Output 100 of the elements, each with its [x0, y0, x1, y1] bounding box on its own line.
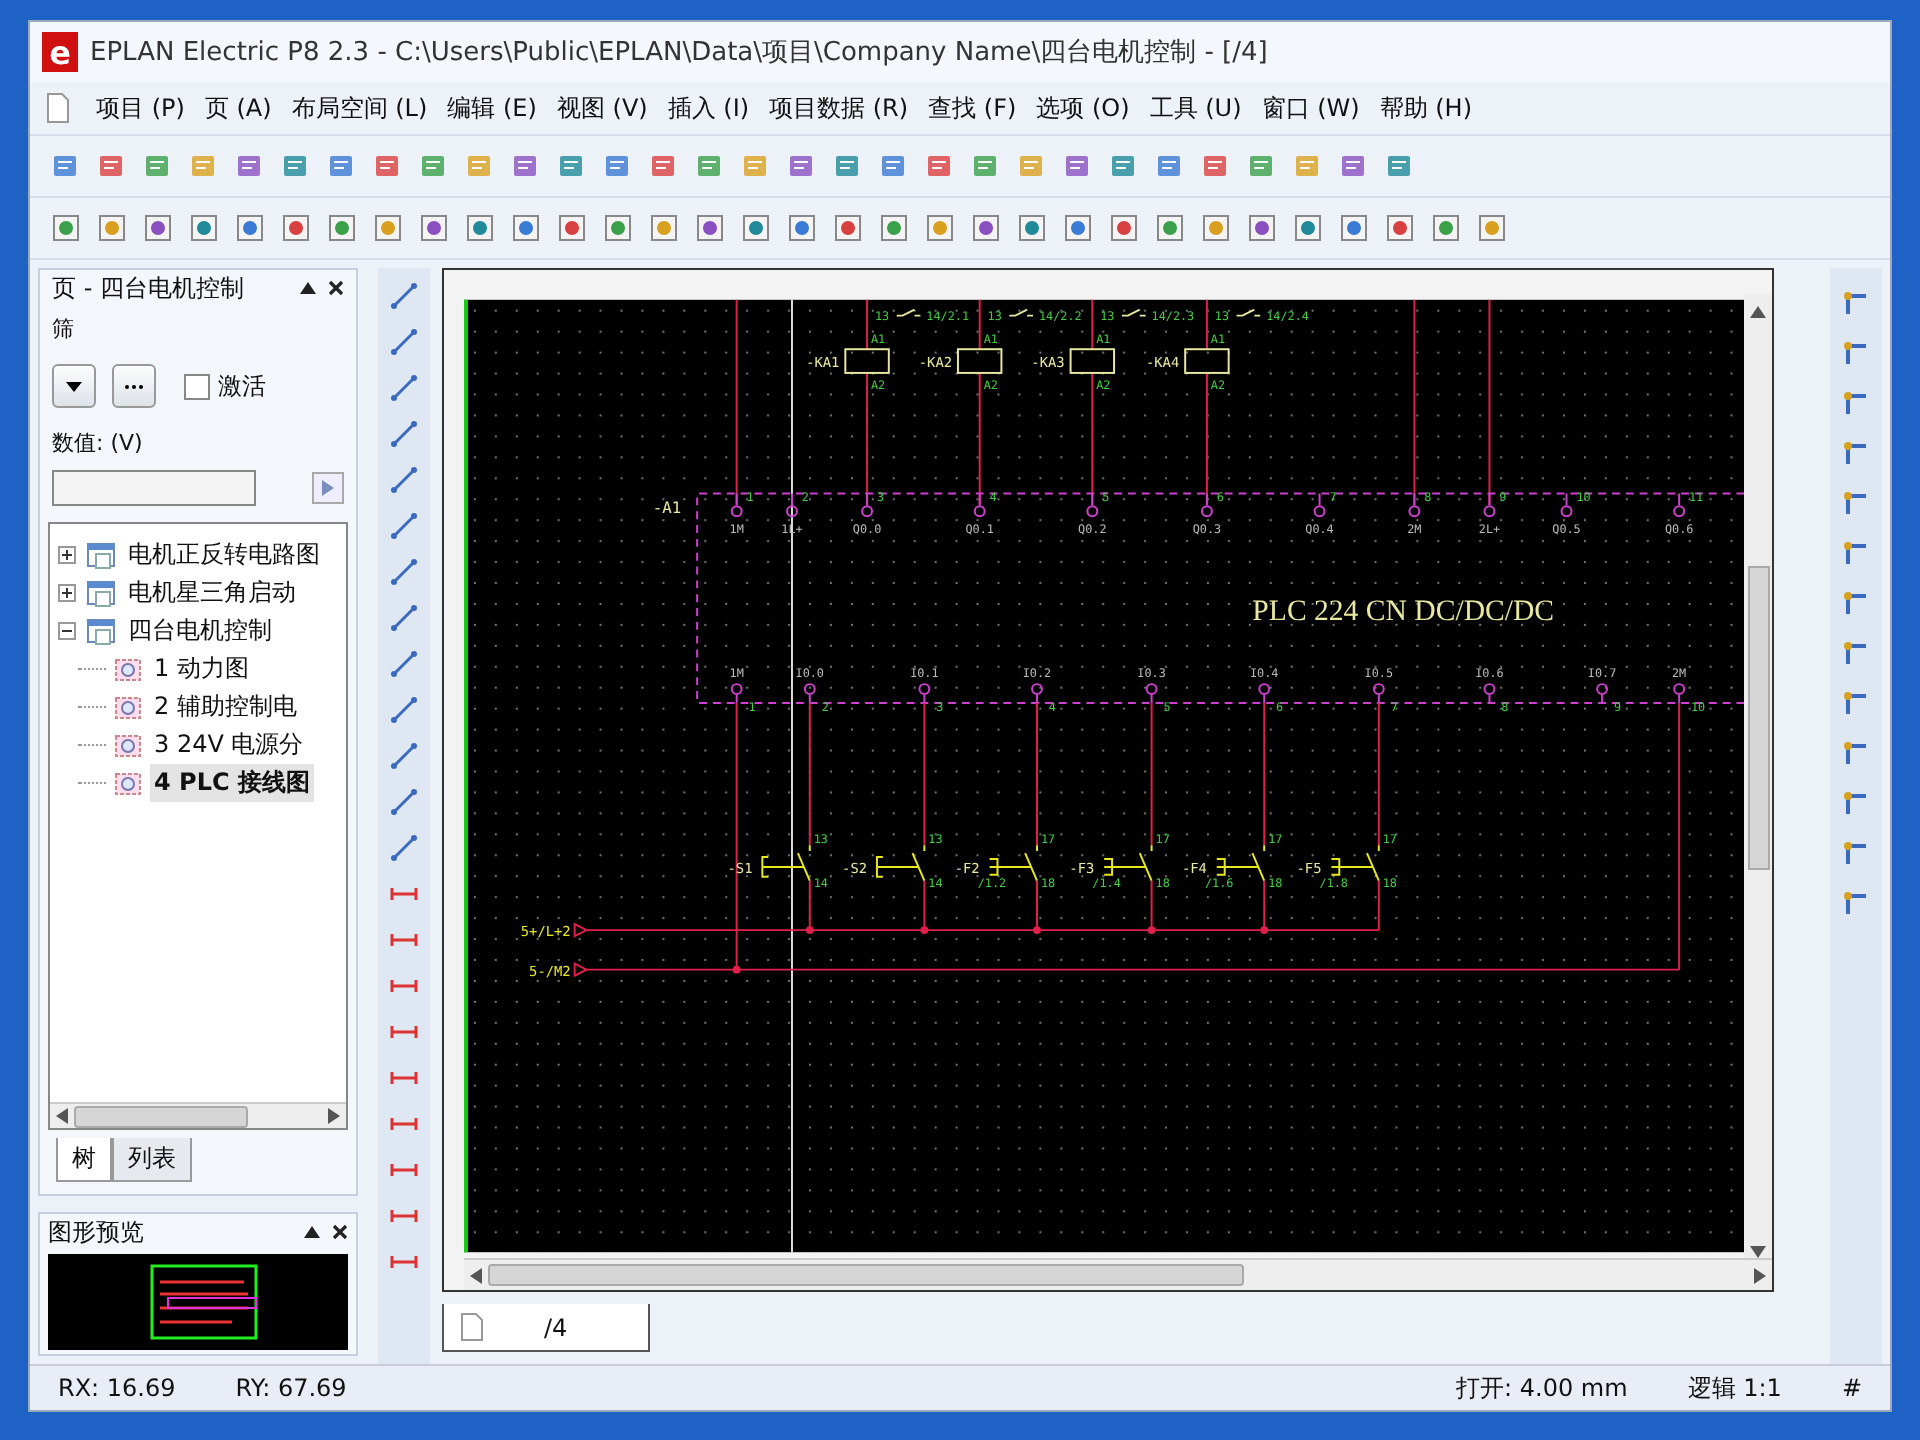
terminal-point: [1483, 683, 1496, 704]
menu-item[interactable]: 编辑 (E): [437, 91, 547, 125]
caret-icon: [66, 381, 82, 391]
terminal-point: [1483, 492, 1496, 518]
terminal-point: [861, 492, 873, 518]
menu-item[interactable]: 项目数据 (R): [759, 91, 919, 125]
horizontal-scrollbar[interactable]: [50, 1102, 346, 1128]
horizontal-scrollbar[interactable]: [464, 1258, 1772, 1290]
scroll-thumb[interactable]: [1747, 566, 1770, 870]
menu-item[interactable]: 窗口 (W): [1251, 91, 1370, 125]
dropdown-button[interactable]: [52, 364, 96, 408]
page-icon: [112, 731, 144, 759]
contact-symbol: [1235, 308, 1262, 317]
menu-item[interactable]: 插入 (I): [657, 91, 760, 125]
status-text: RX: 16.69: [58, 1374, 176, 1402]
contact-symbol: [895, 308, 922, 317]
scroll-right-icon[interactable]: [328, 1108, 340, 1124]
expander-icon[interactable]: [58, 584, 76, 602]
expander-icon[interactable]: [58, 546, 76, 564]
terminal-point: [918, 683, 931, 704]
close-icon[interactable]: [332, 1224, 348, 1240]
panel-title: 图形预览: [48, 1215, 146, 1249]
document-icon: [46, 92, 70, 124]
rail-arrow-icon: [573, 922, 589, 938]
rail-arrow-icon: [573, 962, 589, 978]
vertical-scrollbar[interactable]: [1744, 294, 1772, 1258]
menu-item[interactable]: 选项 (O): [1026, 91, 1140, 125]
tree-item[interactable]: 3 24V 电源分: [150, 726, 308, 764]
more-button[interactable]: [112, 364, 156, 408]
filter-label: 筛: [52, 314, 76, 344]
pin-icon[interactable]: [300, 282, 316, 294]
menu-item[interactable]: 项目 (P): [86, 91, 195, 125]
panel-tab[interactable]: 列表: [112, 1138, 192, 1182]
play-icon: [322, 480, 334, 496]
terminal-point: [1201, 492, 1213, 518]
pin-icon[interactable]: [304, 1226, 320, 1238]
terminal-point: [1031, 683, 1043, 704]
tree-item[interactable]: 1 动力图: [150, 650, 253, 688]
tree-item[interactable]: 电机星三角启动: [124, 574, 300, 612]
switch-symbol: [761, 844, 811, 882]
close-icon[interactable]: [328, 280, 344, 296]
ellipsis-icon: [124, 383, 144, 389]
terminal-point: [730, 492, 743, 518]
scroll-thumb[interactable]: [74, 1105, 249, 1127]
relay-coil: [1069, 348, 1116, 374]
terminal-point: [1145, 683, 1158, 704]
scroll-thumb[interactable]: [488, 1264, 1244, 1286]
switch-symbol: [988, 844, 1038, 882]
tree-item[interactable]: 四台电机控制: [124, 612, 276, 650]
page-icon: [112, 693, 144, 721]
terminal-point: [1372, 683, 1385, 704]
terminal-point: [1596, 683, 1608, 704]
page-tab[interactable]: /4: [442, 1304, 650, 1352]
status-text: #: [1841, 1374, 1862, 1402]
expander-icon[interactable]: [58, 622, 76, 640]
project-icon: [86, 579, 118, 607]
terminal-point: [1258, 683, 1271, 704]
value-field[interactable]: [52, 470, 256, 506]
tree-item[interactable]: 电机正反转电路图: [124, 536, 324, 574]
panel-tab[interactable]: 树: [56, 1138, 112, 1182]
menu-item[interactable]: 页 (A): [194, 91, 282, 125]
terminal-point: [1673, 683, 1686, 704]
terminal-point: [1673, 492, 1686, 518]
relay-coil: [844, 348, 890, 374]
activate-checkbox[interactable]: [184, 373, 210, 399]
plc-title: PLC 224 CN DC/DC/DC: [1252, 595, 1555, 628]
menu-item[interactable]: 帮助 (H): [1369, 91, 1483, 125]
tree-item[interactable]: 2 辅助控制电: [150, 688, 301, 726]
relay-coil: [1184, 348, 1230, 374]
app-logo: e: [42, 32, 78, 72]
scroll-up-icon[interactable]: [1750, 306, 1767, 318]
status-text: 逻辑 1:1: [1687, 1371, 1782, 1405]
schematic-canvas[interactable]: [464, 294, 1745, 1258]
terminal-point: [1086, 492, 1099, 518]
switch-symbol: [875, 844, 926, 882]
scroll-right-icon[interactable]: [1754, 1267, 1766, 1283]
page-icon: [112, 769, 144, 797]
terminal-point: [973, 492, 986, 518]
terminal-point: [803, 683, 816, 704]
scroll-left-icon[interactable]: [470, 1267, 482, 1283]
scroll-left-icon[interactable]: [56, 1108, 68, 1124]
value-label: 数值: (V): [52, 428, 145, 458]
page-icon: [112, 655, 144, 683]
relay-coil: [956, 348, 1003, 374]
terminal-point: [730, 683, 743, 704]
terminal-point: [1408, 492, 1421, 518]
menu-item[interactable]: 查找 (F): [918, 91, 1027, 125]
contact-symbol: [1008, 308, 1035, 317]
apply-button[interactable]: [312, 472, 344, 504]
menu-item[interactable]: 视图 (V): [546, 91, 658, 125]
menu-item[interactable]: 工具 (U): [1139, 91, 1252, 125]
activate-label: 激活: [218, 369, 266, 403]
contact-symbol: [1120, 308, 1147, 317]
menu-item[interactable]: 布局空间 (L): [281, 91, 438, 125]
device-label: -A1: [652, 499, 682, 518]
switch-symbol: [1330, 844, 1380, 882]
switch-symbol: [1103, 844, 1153, 882]
document-icon: [460, 1312, 484, 1342]
tree-item[interactable]: 4 PLC 接线图: [150, 764, 314, 802]
status-text: RY: 67.69: [235, 1374, 347, 1402]
